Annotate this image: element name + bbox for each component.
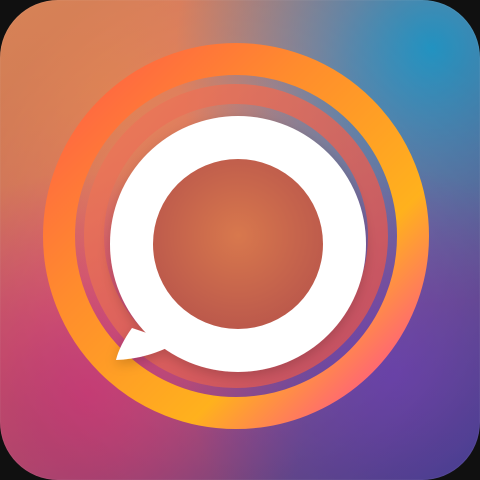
screen xyxy=(0,0,480,480)
app-icon[interactable] xyxy=(0,0,480,480)
chat-ring-logo-icon xyxy=(43,43,429,429)
center-lens xyxy=(153,159,323,329)
